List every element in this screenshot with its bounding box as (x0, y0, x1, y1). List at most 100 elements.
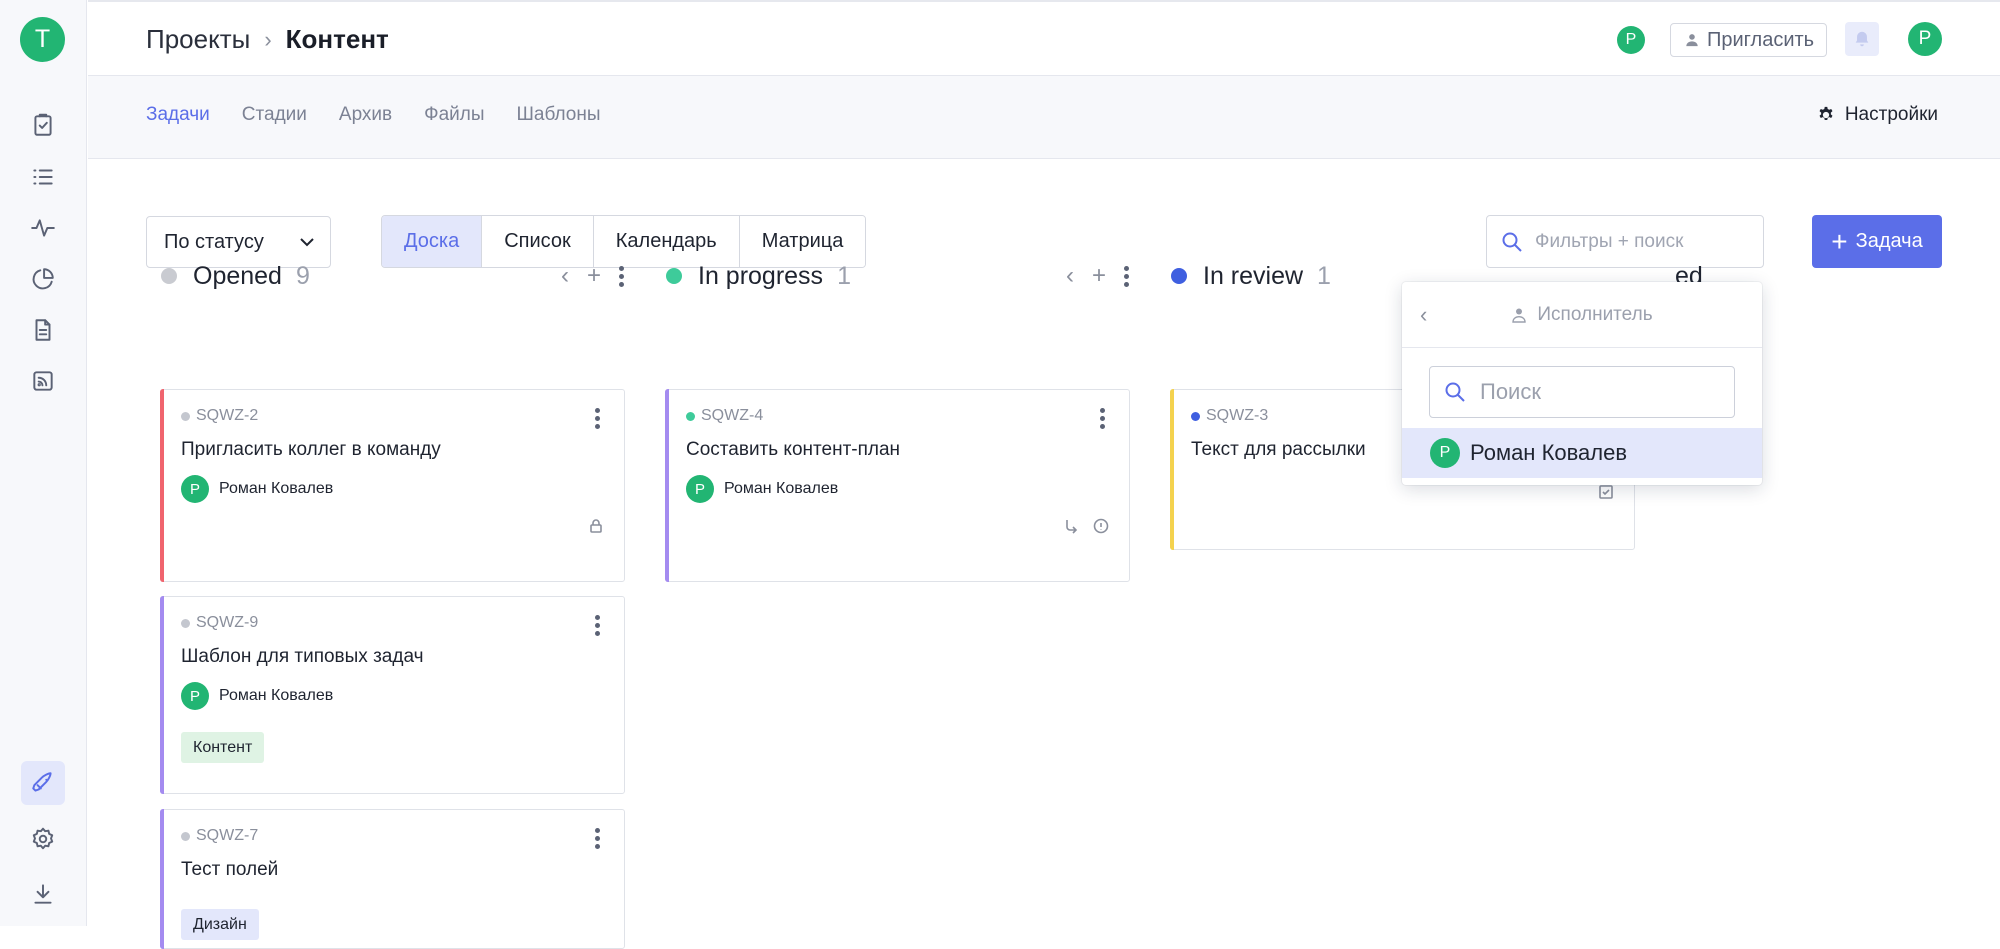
person-icon (1686, 34, 1698, 47)
task-card[interactable]: SQWZ-7 Тест полей Дизайн (160, 809, 625, 949)
column-menu-icon[interactable] (1124, 265, 1129, 287)
project-subnav: Задачи Стадии Архив Файлы Шаблоны Настро… (88, 76, 2000, 159)
search-icon (1445, 382, 1465, 402)
subtask-icon (1066, 520, 1078, 534)
card-menu-icon[interactable] (1100, 408, 1105, 429)
card-icons (1063, 518, 1109, 534)
status-dot (161, 268, 177, 284)
plus-icon: + (1831, 225, 1848, 257)
download-icon[interactable] (26, 877, 60, 911)
list-icon[interactable] (26, 160, 60, 194)
add-card-icon[interactable]: + (587, 262, 601, 290)
tab-files[interactable]: Файлы (424, 104, 484, 126)
card-menu-icon[interactable] (595, 408, 600, 429)
document-icon[interactable] (26, 313, 60, 347)
card-key: SQWZ-3 (1191, 407, 1268, 425)
card-icons (1598, 484, 1614, 500)
task-title: Текст для рассылки (1191, 439, 1366, 460)
tag-badge: Дизайн (181, 909, 259, 940)
info-icon (1093, 518, 1109, 534)
card-menu-icon[interactable] (595, 828, 600, 849)
lock-icon (590, 519, 602, 533)
workspace-avatar[interactable]: T (20, 17, 65, 62)
task-title: Шаблон для типовых задач (181, 646, 424, 667)
settings-gear-icon[interactable] (26, 822, 60, 856)
task-key: SQWZ-9 (196, 614, 259, 631)
task-key: SQWZ-7 (196, 827, 259, 844)
column-menu-icon[interactable] (619, 265, 624, 287)
member-avatar[interactable]: Р (1617, 26, 1645, 54)
collapse-chevron-icon[interactable]: ‹ (1066, 262, 1074, 290)
tab-tasks[interactable]: Задачи (146, 104, 210, 126)
assignee-name: Роман Ковалев (724, 480, 839, 497)
task-card[interactable]: SQWZ-9 Шаблон для типовых задач Р Роман … (160, 596, 625, 794)
add-task-button[interactable]: + Задача (1812, 215, 1942, 268)
assignee-name: Роман Ковалев (219, 480, 334, 497)
column-header: Opened 9 ‹ + (160, 258, 626, 294)
page-title: Контент (285, 24, 389, 54)
column-actions: ‹ + (561, 262, 624, 290)
task-key: SQWZ-3 (1206, 407, 1269, 424)
breadcrumb: Проекты › Контент (146, 24, 389, 55)
task-card[interactable]: SQWZ-4 Составить контент-план Р Роман Ко… (665, 389, 1130, 582)
project-settings-link[interactable]: Настройки (1817, 104, 1938, 126)
tab-templates[interactable]: Шаблоны (517, 104, 601, 126)
tag-badge: Контент (181, 732, 265, 763)
person-icon (1512, 308, 1527, 323)
gear-icon (1819, 106, 1833, 121)
card-color-bar (160, 389, 164, 582)
bell-icon (1855, 31, 1869, 47)
avatar: Р (686, 475, 714, 503)
task-title: Пригласить коллег в команду (181, 439, 441, 460)
task-assignee: Р Роман Ковалев (181, 475, 333, 503)
rss-icon[interactable] (26, 364, 60, 398)
column-title: Opened (193, 261, 282, 290)
notifications-button[interactable] (1845, 22, 1879, 56)
tasks-icon[interactable] (26, 108, 60, 142)
task-title: Тест полей (181, 859, 279, 880)
assignee-filter-dropdown: ‹ Исполнитель Поиск Р Роман Ковалев (1402, 282, 1762, 485)
dropdown-header: ‹ Исполнитель (1402, 282, 1762, 348)
card-menu-icon[interactable] (595, 615, 600, 636)
add-task-label: Задача (1855, 230, 1923, 252)
column-title: In progress (698, 261, 824, 290)
column-count: 1 (837, 261, 851, 290)
assignee-option[interactable]: Р Роман Ковалев (1402, 428, 1762, 478)
task-card[interactable]: SQWZ-2 Пригласить коллег в команду Р Ром… (160, 389, 625, 582)
invite-button[interactable]: Пригласить (1670, 23, 1828, 57)
assignee-search-input[interactable]: Поиск (1429, 366, 1735, 418)
project-tabs: Задачи Стадии Архив Файлы Шаблоны (146, 104, 601, 126)
breadcrumb-projects[interactable]: Проекты (146, 24, 250, 55)
rocket-icon[interactable] (21, 761, 65, 805)
card-color-bar (665, 389, 669, 582)
task-assignee: Р Роман Ковалев (181, 682, 333, 710)
card-color-bar (1170, 389, 1174, 550)
tab-stages[interactable]: Стадии (242, 104, 307, 126)
search-icon (1502, 232, 1522, 252)
task-title: Составить контент-план (686, 439, 901, 460)
status-dot (666, 268, 682, 284)
card-key: SQWZ-7 (181, 827, 258, 845)
card-color-bar (160, 809, 164, 949)
dropdown-title: Исполнитель (1537, 303, 1653, 325)
sidebar: T (0, 0, 87, 926)
card-key: SQWZ-4 (686, 407, 763, 425)
card-icons (588, 518, 604, 534)
task-assignee: Р Роман Ковалев (686, 475, 838, 503)
collapse-chevron-icon[interactable]: ‹ (561, 262, 569, 290)
add-card-icon[interactable]: + (1092, 262, 1106, 290)
avatar: Р (1430, 438, 1460, 468)
task-key: SQWZ-2 (196, 407, 259, 424)
topbar: Проекты › Контент Р Пригласить Р (88, 0, 2000, 76)
user-avatar[interactable]: Р (1908, 22, 1942, 56)
filter-search-placeholder: Фильтры + поиск (1535, 230, 1684, 252)
card-key: SQWZ-9 (181, 614, 258, 632)
column-title: In review (1203, 261, 1304, 290)
activity-icon[interactable] (26, 211, 60, 245)
status-dot (181, 831, 190, 841)
back-chevron-icon[interactable]: ‹ (1420, 302, 1427, 328)
column-count: 9 (295, 261, 310, 290)
checklist-icon (1599, 485, 1613, 499)
pie-chart-icon[interactable] (26, 262, 60, 296)
tab-archive[interactable]: Архив (339, 104, 392, 126)
